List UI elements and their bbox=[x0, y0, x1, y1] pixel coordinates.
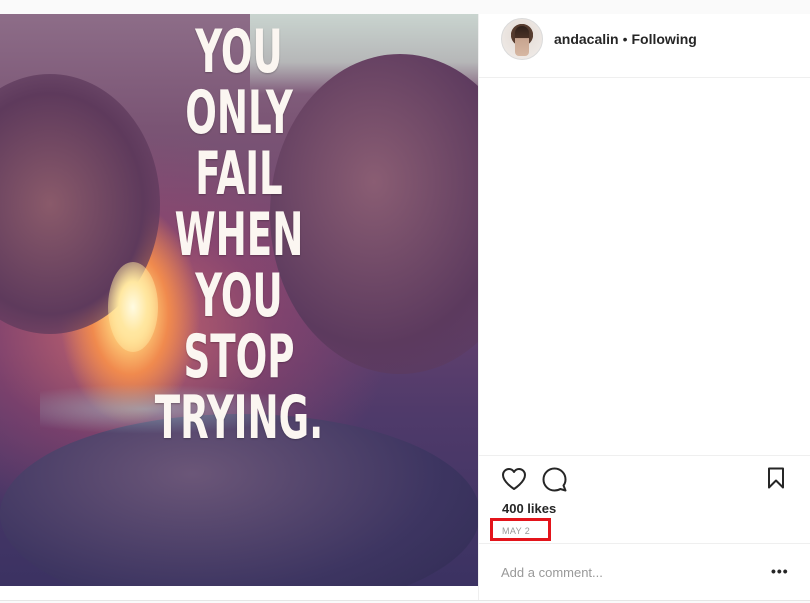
heart-icon bbox=[502, 468, 526, 490]
following-button[interactable]: Following bbox=[632, 31, 697, 47]
username-link[interactable]: andacalin bbox=[554, 31, 619, 47]
comment-row: ••• bbox=[479, 543, 810, 601]
avatar[interactable] bbox=[501, 18, 543, 60]
quote-line: YOU bbox=[195, 261, 283, 331]
post-author: andacalin • Following bbox=[554, 31, 697, 47]
post-date[interactable]: MAY 2 bbox=[502, 526, 530, 536]
comment-input[interactable] bbox=[501, 562, 741, 582]
separator-dot: • bbox=[622, 31, 628, 47]
instagram-post: YOU ONLY FAIL WHEN YOU STOP TRYING. anda… bbox=[0, 14, 810, 601]
quote-line: STOP bbox=[183, 322, 295, 392]
quote-line: ONLY bbox=[185, 78, 293, 148]
quote-line: YOU bbox=[195, 17, 283, 87]
save-button[interactable] bbox=[767, 467, 785, 489]
post-sidebar: andacalin • Following 400 likes MAY 2 Ad… bbox=[478, 14, 810, 600]
image-quote-text: YOU ONLY FAIL WHEN YOU STOP TRYING. bbox=[0, 22, 478, 449]
avatar-figure bbox=[515, 26, 529, 56]
quote-line: FAIL bbox=[195, 139, 283, 209]
comment-button[interactable] bbox=[542, 467, 567, 492]
quote-line: TRYING. bbox=[154, 383, 324, 453]
more-options-icon[interactable]: ••• bbox=[771, 564, 791, 578]
post-image[interactable]: YOU ONLY FAIL WHEN YOU STOP TRYING. bbox=[0, 14, 478, 586]
post-actions: 400 likes MAY 2 ••• bbox=[479, 455, 810, 601]
bookmark-icon bbox=[768, 467, 784, 489]
page: YOU ONLY FAIL WHEN YOU STOP TRYING. anda… bbox=[0, 0, 810, 603]
quote-line: WHEN bbox=[174, 200, 304, 270]
comment-icon bbox=[542, 467, 567, 492]
likes-count[interactable]: 400 likes bbox=[502, 501, 556, 516]
like-button[interactable] bbox=[501, 467, 527, 491]
post-header: andacalin • Following bbox=[479, 14, 810, 78]
